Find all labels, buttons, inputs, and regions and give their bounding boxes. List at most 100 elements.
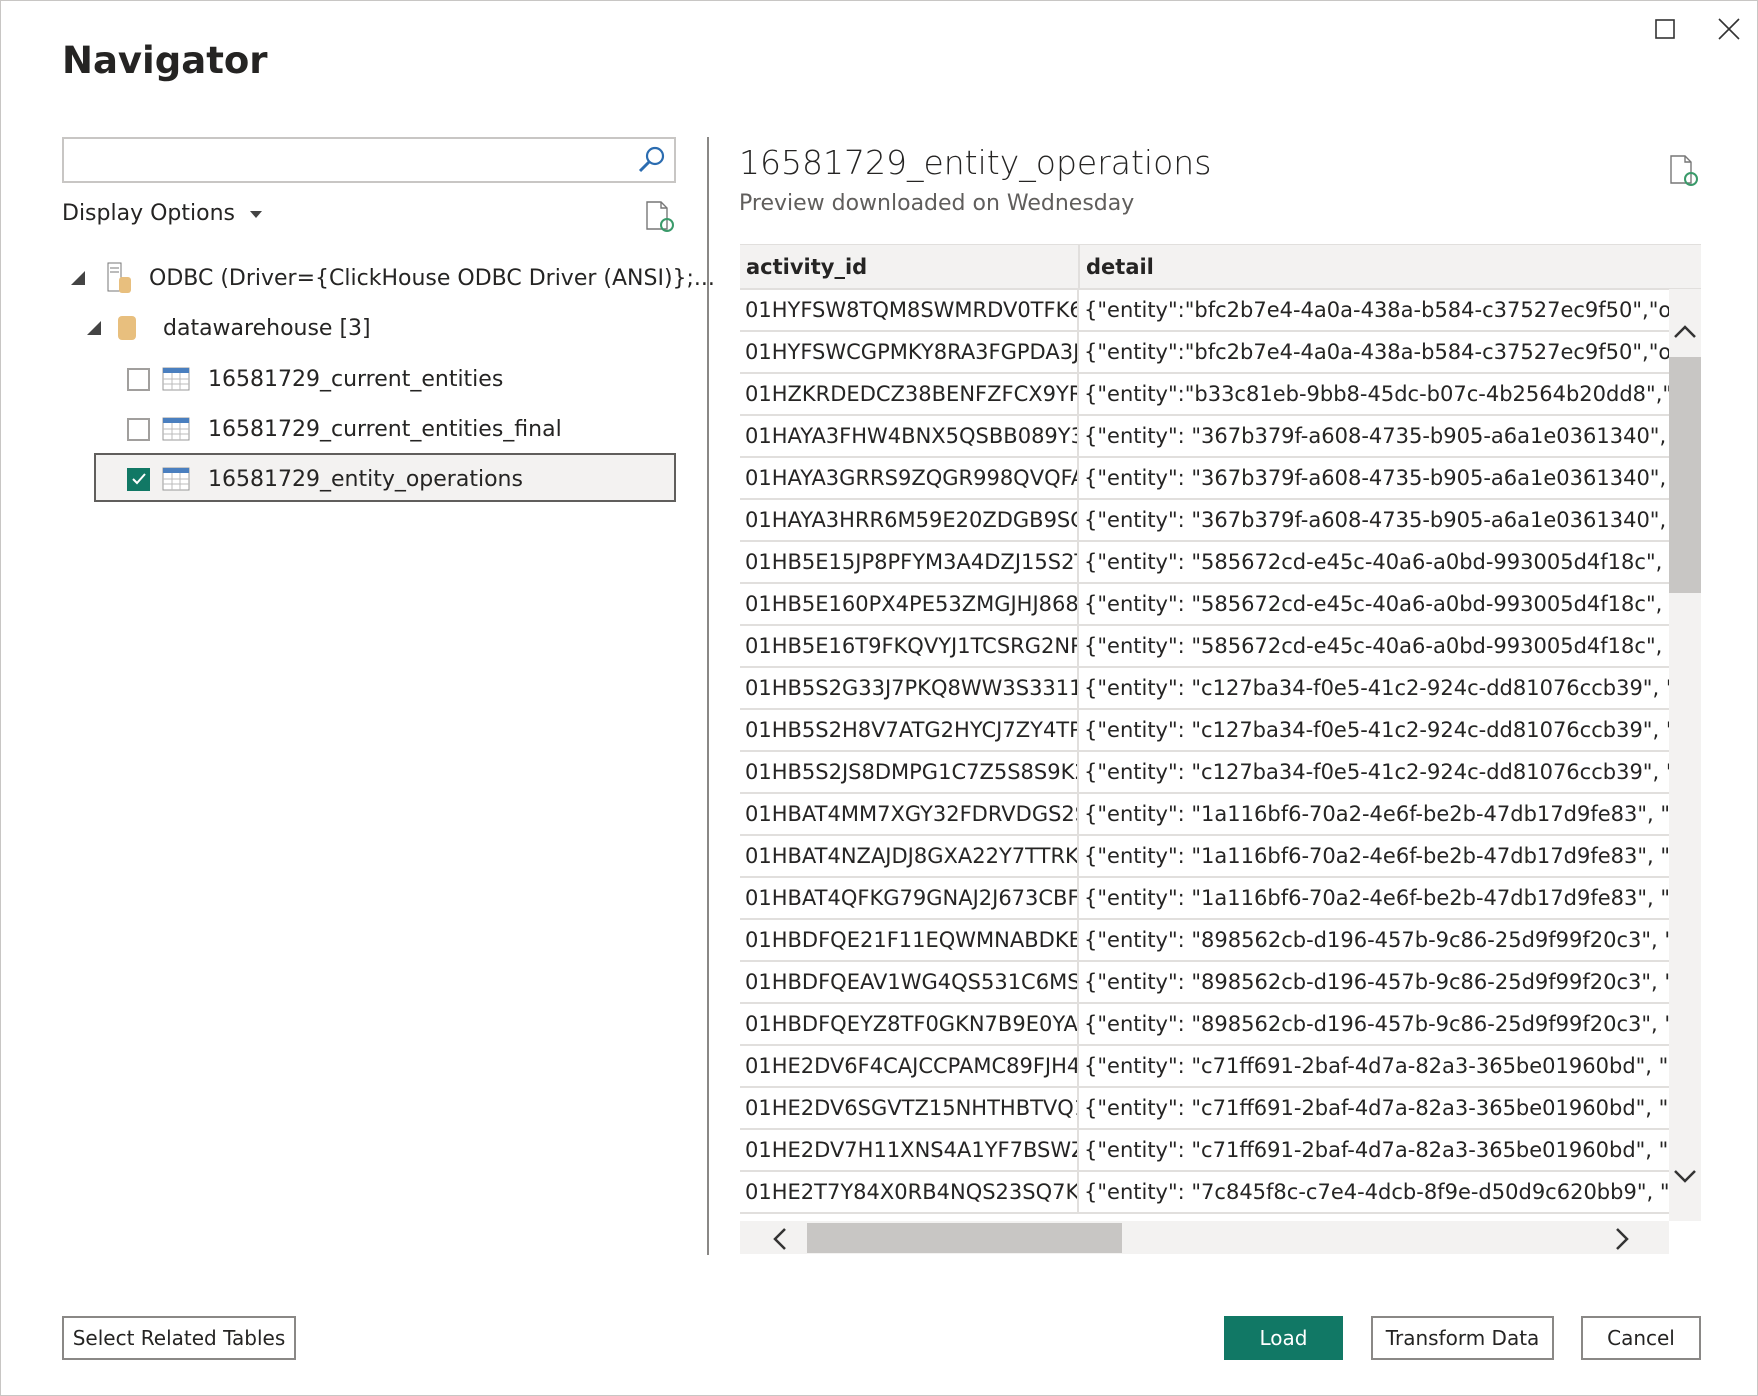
table-row[interactable]: 01HB5E16T9FKQVYJ1TCSRG2NRK {"entity": "58… — [740, 626, 1669, 668]
cell-activity-id[interactable]: 01HBDFQE21F11EQWMNABDKEG — [740, 920, 1079, 960]
transform-data-button[interactable]: Transform Data — [1371, 1316, 1554, 1360]
cell-activity-id[interactable]: 01HBAT4MM7XGY32FDRVDGS2S — [740, 794, 1079, 834]
table-row[interactable]: 01HAYA3HRR6M59E20ZDGB9SGV {"entity": "367… — [740, 500, 1669, 542]
search-input[interactable] — [64, 139, 624, 181]
vertical-scroll-thumb[interactable] — [1669, 357, 1701, 593]
cell-activity-id[interactable]: 01HYFSWCGPMKY8RA3FGPDA3JV — [740, 332, 1079, 372]
tree-node-database[interactable]: datawarehouse [3] — [87, 304, 371, 352]
table-icon — [162, 367, 190, 391]
collapse-arrow-icon[interactable] — [71, 271, 85, 285]
cell-activity-id[interactable]: 01HAYA3HRR6M59E20ZDGB9SGV — [740, 500, 1079, 540]
maximize-icon — [1655, 19, 1675, 39]
table-row[interactable]: 01HBDFQEAV1WG4QS531C6MSEI {"entity": "898… — [740, 962, 1669, 1004]
scroll-up-icon[interactable] — [1673, 323, 1697, 339]
cell-detail[interactable]: {"entity": "585672cd-e45c-40a6-a0bd-9930… — [1079, 584, 1669, 624]
table-row[interactable]: 01HAYA3GRRS9ZQGR998QVQFA5 {"entity": "367… — [740, 458, 1669, 500]
table-row[interactable]: 01HBDFQEYZ8TF0GKN7B9E0YA93 {"entity": "89… — [740, 1004, 1669, 1046]
cell-activity-id[interactable]: 01HE2DV6SGVTZ15NHTHBTVQ1E — [740, 1088, 1079, 1128]
cancel-button[interactable]: Cancel — [1581, 1316, 1701, 1360]
cell-detail[interactable]: {"entity":"bfc2b7e4-4a0a-438a-b584-c3752… — [1079, 290, 1669, 330]
cell-activity-id[interactable]: 01HZKRDEDCZ38BENFZFCX9YR0K — [740, 374, 1079, 414]
cell-activity-id[interactable]: 01HE2DV6F4CAJCCPAMC89FJH4W — [740, 1046, 1079, 1086]
cell-detail[interactable]: {"entity": "367b379f-a608-4735-b905-a6a1… — [1079, 458, 1669, 498]
cell-detail[interactable]: {"entity": "367b379f-a608-4735-b905-a6a1… — [1079, 500, 1669, 540]
tree-node-odbc-source[interactable]: ODBC (Driver={ClickHouse ODBC Driver (AN… — [71, 254, 715, 302]
cell-activity-id[interactable]: 01HBAT4NZAJDJ8GXA22Y7TTRKK — [740, 836, 1079, 876]
table-checkbox[interactable] — [127, 417, 150, 441]
table-row[interactable]: 01HE2DV7H11XNS4A1YF7BSWZ3 {"entity": "c71… — [740, 1130, 1669, 1172]
table-row[interactable]: 01HYFSWCGPMKY8RA3FGPDA3JV {"entity":"bfc2… — [740, 332, 1669, 374]
cell-activity-id[interactable]: 01HBDFQEAV1WG4QS531C6MSEI — [740, 962, 1079, 1002]
cell-activity-id[interactable]: 01HE2T7Y84X0RB4NQS23SQ7KQN — [740, 1172, 1079, 1212]
cell-activity-id[interactable]: 01HE2DV7H11XNS4A1YF7BSWZ3 — [740, 1130, 1079, 1170]
cell-detail[interactable]: {"entity": "585672cd-e45c-40a6-a0bd-9930… — [1079, 542, 1669, 582]
cell-detail[interactable]: {"entity": "c127ba34-f0e5-41c2-924c-dd81… — [1079, 668, 1669, 708]
cell-detail[interactable]: {"entity": "c127ba34-f0e5-41c2-924c-dd81… — [1079, 710, 1669, 750]
table-row[interactable]: 01HZKRDEDCZ38BENFZFCX9YR0K {"entity":"b33… — [740, 374, 1669, 416]
horizontal-scroll-thumb[interactable] — [807, 1223, 1122, 1253]
pane-divider[interactable] — [707, 137, 709, 1255]
cell-activity-id[interactable]: 01HYFSW8TQM8SWMRDV0TFK63 — [740, 290, 1079, 330]
cell-detail[interactable]: {"entity":"bfc2b7e4-4a0a-438a-b584-c3752… — [1079, 332, 1669, 372]
cell-detail[interactable]: {"entity": "c71ff691-2baf-4d7a-82a3-365b… — [1079, 1046, 1669, 1086]
cell-detail[interactable]: {"entity": "367b379f-a608-4735-b905-a6a1… — [1079, 416, 1669, 456]
cell-detail[interactable]: {"entity": "898562cb-d196-457b-9c86-25d9… — [1079, 1004, 1669, 1044]
scroll-down-icon[interactable] — [1673, 1169, 1697, 1185]
collapse-arrow-icon[interactable] — [87, 321, 101, 335]
table-row[interactable]: 01HBAT4MM7XGY32FDRVDGS2S {"entity": "1a11… — [740, 794, 1669, 836]
search-box[interactable] — [62, 137, 676, 183]
tree-node-table[interactable]: 16581729_current_entities — [127, 355, 503, 403]
table-row[interactable]: 01HBDFQE21F11EQWMNABDKEG {"entity": "8985… — [740, 920, 1669, 962]
cell-activity-id[interactable]: 01HBAT4QFKG79GNAJ2J673CBFW — [740, 878, 1079, 918]
column-header-activity-id[interactable]: activity_id — [740, 245, 1080, 290]
close-button[interactable] — [1709, 9, 1749, 49]
cell-activity-id[interactable]: 01HB5E160PX4PE53ZMGJHJ868N — [740, 584, 1079, 624]
cell-detail[interactable]: {"entity": "c71ff691-2baf-4d7a-82a3-365b… — [1079, 1130, 1669, 1170]
table-row[interactable]: 01HB5S2G33J7PKQ8WW3S33119 {"entity": "c12… — [740, 668, 1669, 710]
refresh-file-icon[interactable] — [645, 201, 675, 233]
table-row[interactable]: 01HB5E15JP8PFYM3A4DZJ15S2T {"entity": "58… — [740, 542, 1669, 584]
refresh-preview-icon[interactable] — [1669, 155, 1699, 187]
table-row[interactable]: 01HYFSW8TQM8SWMRDV0TFK63 {"entity":"bfc2b… — [740, 290, 1669, 332]
cell-detail[interactable]: {"entity": "898562cb-d196-457b-9c86-25d9… — [1079, 962, 1669, 1002]
cell-detail[interactable]: {"entity": "1a116bf6-70a2-4e6f-be2b-47db… — [1079, 878, 1669, 918]
cell-activity-id[interactable]: 01HB5E15JP8PFYM3A4DZJ15S2T — [740, 542, 1079, 582]
cell-detail[interactable]: {"entity": "898562cb-d196-457b-9c86-25d9… — [1079, 920, 1669, 960]
column-header-detail[interactable]: detail — [1080, 245, 1701, 290]
display-options-dropdown[interactable]: Display Options — [62, 201, 263, 226]
select-related-tables-button[interactable]: Select Related Tables — [62, 1316, 296, 1360]
table-row[interactable]: 01HE2T7Y84X0RB4NQS23SQ7KQN {"entity": "7c… — [740, 1172, 1669, 1214]
scroll-left-icon[interactable] — [771, 1227, 787, 1251]
cell-detail[interactable]: {"entity": "1a116bf6-70a2-4e6f-be2b-47db… — [1079, 836, 1669, 876]
cell-activity-id[interactable]: 01HAYA3FHW4BNX5QSBB089Y3B — [740, 416, 1079, 456]
cell-detail[interactable]: {"entity": "585672cd-e45c-40a6-a0bd-9930… — [1079, 626, 1669, 666]
cell-detail[interactable]: {"entity":"b33c81eb-9bb8-45dc-b07c-4b256… — [1079, 374, 1669, 414]
table-checkbox[interactable] — [127, 467, 150, 491]
table-row[interactable]: 01HBAT4NZAJDJ8GXA22Y7TTRKK {"entity": "1a… — [740, 836, 1669, 878]
table-row[interactable]: 01HE2DV6SGVTZ15NHTHBTVQ1E {"entity": "c71… — [740, 1088, 1669, 1130]
table-row[interactable]: 01HE2DV6F4CAJCCPAMC89FJH4W {"entity": "c7… — [740, 1046, 1669, 1088]
cell-activity-id[interactable]: 01HB5S2JS8DMPG1C7Z5S8S9K2H — [740, 752, 1079, 792]
table-row[interactable]: 01HB5E160PX4PE53ZMGJHJ868N {"entity": "58… — [740, 584, 1669, 626]
table-row[interactable]: 01HAYA3FHW4BNX5QSBB089Y3B {"entity": "367… — [740, 416, 1669, 458]
cell-activity-id[interactable]: 01HBDFQEYZ8TF0GKN7B9E0YA93 — [740, 1004, 1079, 1044]
cell-detail[interactable]: {"entity": "c71ff691-2baf-4d7a-82a3-365b… — [1079, 1088, 1669, 1128]
cell-detail[interactable]: {"entity": "7c845f8c-c7e4-4dcb-8f9e-d50d… — [1079, 1172, 1669, 1212]
cell-detail[interactable]: {"entity": "c127ba34-f0e5-41c2-924c-dd81… — [1079, 752, 1669, 792]
tree-node-table[interactable]: 16581729_entity_operations — [127, 455, 523, 503]
table-row[interactable]: 01HBAT4QFKG79GNAJ2J673CBFW {"entity": "1a… — [740, 878, 1669, 920]
table-checkbox[interactable] — [127, 367, 150, 391]
cell-activity-id[interactable]: 01HB5S2H8V7ATG2HYCJ7ZY4TPZ — [740, 710, 1079, 750]
cell-activity-id[interactable]: 01HAYA3GRRS9ZQGR998QVQFA5 — [740, 458, 1079, 498]
cell-activity-id[interactable]: 01HB5E16T9FKQVYJ1TCSRG2NRK — [740, 626, 1079, 666]
tree-node-table[interactable]: 16581729_current_entities_final — [127, 405, 562, 453]
table-row[interactable]: 01HB5S2JS8DMPG1C7Z5S8S9K2H {"entity": "c1… — [740, 752, 1669, 794]
search-icon[interactable] — [636, 145, 666, 175]
tree-label: 16581729_entity_operations — [208, 466, 523, 492]
scroll-right-icon[interactable] — [1615, 1227, 1631, 1251]
table-row[interactable]: 01HB5S2H8V7ATG2HYCJ7ZY4TPZ {"entity": "c1… — [740, 710, 1669, 752]
cell-detail[interactable]: {"entity": "1a116bf6-70a2-4e6f-be2b-47db… — [1079, 794, 1669, 834]
load-button[interactable]: Load — [1224, 1316, 1343, 1360]
maximize-button[interactable] — [1645, 9, 1685, 49]
cell-activity-id[interactable]: 01HB5S2G33J7PKQ8WW3S33119 — [740, 668, 1079, 708]
